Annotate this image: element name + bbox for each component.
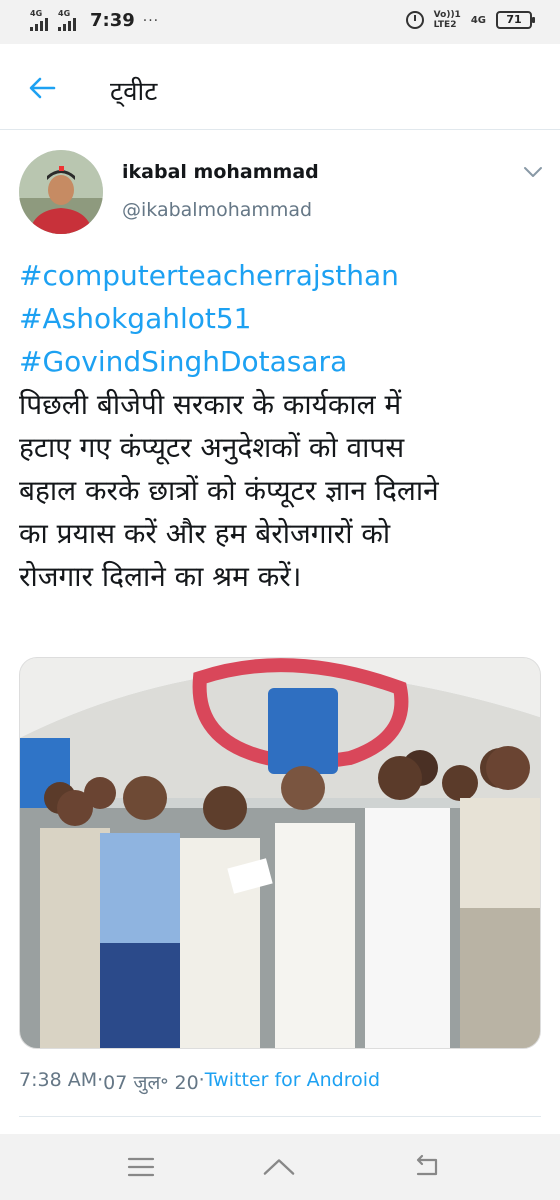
tweet-body-line: रोजगार दिलाने का श्रम करें। (19, 560, 302, 593)
user-handle[interactable]: @ikabalmohammad (122, 199, 312, 221)
divider (19, 1116, 541, 1117)
return-icon (416, 1154, 438, 1176)
tweet-meta: 7:38 AM · 07 जुल॰ 20 · Twitter for Andro… (19, 1069, 380, 1095)
arrow-left-icon (29, 77, 56, 99)
back-button[interactable] (24, 70, 60, 106)
volte-line1: Vo))1 (433, 10, 461, 20)
tweet-body-line: का प्रयास करें और हम बेरोजगारों को (19, 517, 391, 550)
tweet-body-line: बहाल करके छात्रों को कंप्यूटर ज्ञान दिला… (19, 474, 439, 507)
signal-icon: 4G (30, 8, 52, 31)
status-time: 7:39 (90, 10, 135, 31)
battery-level: 71 (506, 13, 522, 26)
tweet-text: #computerteacherrajsthan #Ashokgahlot51 … (19, 254, 544, 598)
tweet-source-link[interactable]: Twitter for Android (205, 1069, 380, 1095)
recents-button[interactable] (124, 1152, 158, 1182)
network-type: 4G (30, 8, 43, 18)
hashtag-link[interactable]: #computerteacherrajsthan (19, 254, 544, 297)
tweet-date: 07 जुल॰ 20 (103, 1072, 199, 1094)
status-bar: 4G 4G 7:39 ··· Vo))1 LTE2 4G 71 (0, 0, 560, 44)
home-icon (263, 1159, 295, 1175)
tweet-body-line: पिछली बीजेपी सरकार के कार्यकाल में (19, 388, 402, 421)
volte-indicator: Vo))1 LTE2 (434, 10, 461, 30)
page-title: ट्वीट (110, 77, 158, 107)
tweet-options-button[interactable] (521, 162, 545, 182)
alarm-icon (405, 11, 424, 29)
home-button[interactable] (262, 1152, 296, 1182)
volte-line2: LTE2 (433, 20, 457, 30)
avatar-image (19, 150, 103, 234)
signal-icon-2: 4G (58, 8, 80, 31)
hashtag-link[interactable]: #GovindSinghDotasara (19, 340, 544, 383)
photo-image (20, 658, 540, 1048)
tweet-photo[interactable] (19, 657, 541, 1049)
hashtag-link[interactable]: #Ashokgahlot51 (19, 297, 544, 340)
chevron-down-icon (524, 167, 542, 177)
system-nav-bar (0, 1134, 560, 1200)
menu-icon (127, 1157, 155, 1177)
battery-icon: 71 (496, 11, 535, 29)
avatar[interactable] (19, 150, 103, 234)
tweet-time: 7:38 AM (19, 1069, 98, 1091)
status-left: 4G 4G 7:39 ··· (30, 8, 160, 31)
network-type-2: 4G (58, 8, 71, 18)
app-header: ट्वीट (0, 44, 560, 130)
back-nav-button[interactable] (410, 1152, 444, 1182)
status-right: Vo))1 LTE2 4G 71 (405, 10, 535, 30)
user-name[interactable]: ikabal mohammad (122, 161, 319, 183)
tweet-body-line: हटाए गए कंप्यूटर अनुदेशकों को वापस (19, 431, 405, 464)
mobile-data-indicator: 4G (470, 14, 486, 26)
notification-dots: ··· (142, 12, 160, 29)
